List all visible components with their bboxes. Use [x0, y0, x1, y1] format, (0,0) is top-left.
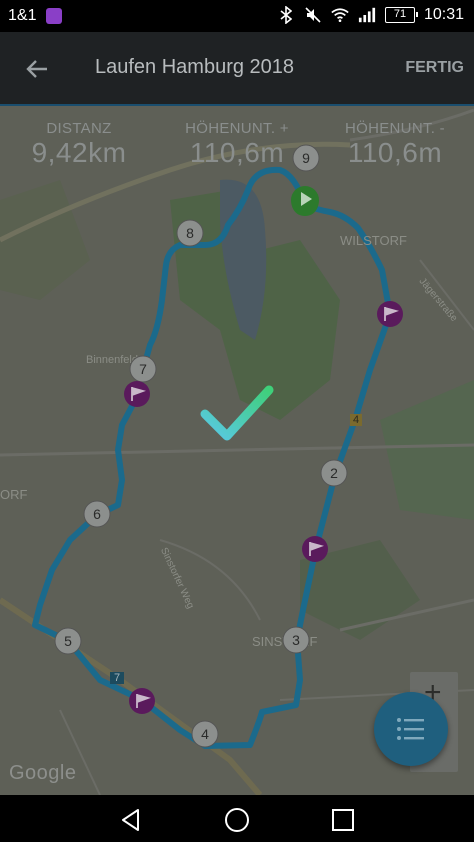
- km-marker-8[interactable]: 8: [176, 219, 204, 247]
- stat-distance: DISTANZ 9,42km: [0, 108, 158, 170]
- stat-value: 110,6m: [347, 137, 443, 168]
- clock: 10:31: [423, 6, 464, 23]
- stat-elevation-loss: HÖHENUNT. - 110,6m: [316, 108, 474, 170]
- flag-marker[interactable]: [302, 536, 328, 562]
- google-logo: Google: [9, 762, 77, 784]
- battery-icon: 71: [384, 7, 418, 23]
- stat-label: DISTANZ: [46, 120, 112, 137]
- km-marker-label: 7: [139, 361, 147, 377]
- km-marker-label: 3: [292, 632, 300, 648]
- nav-home-icon[interactable]: [224, 807, 250, 833]
- start-marker[interactable]: [291, 186, 319, 216]
- stat-label: HÖHENUNT. +: [185, 120, 289, 137]
- km-marker-3[interactable]: 3: [282, 626, 310, 654]
- km-marker-label: 2: [330, 465, 338, 481]
- km-marker-2[interactable]: 2: [320, 459, 348, 487]
- flag-marker[interactable]: [129, 688, 155, 714]
- stat-label: HÖHENUNT. -: [345, 120, 445, 137]
- nav-back-icon[interactable]: [118, 807, 144, 833]
- bluetooth-icon: [277, 5, 295, 25]
- gallery-notification-icon: [46, 8, 62, 24]
- km-markers-layer: 9 8 7 6 5 4 3 2: [54, 144, 403, 748]
- km-marker-label: 4: [201, 726, 209, 742]
- stat-elevation-gain: HÖHENUNT. + 110,6m: [158, 108, 316, 170]
- system-nav-bar: [0, 795, 474, 842]
- nav-recents-icon[interactable]: [330, 807, 356, 833]
- km-marker-5[interactable]: 5: [54, 627, 82, 655]
- back-arrow-icon[interactable]: [22, 54, 52, 84]
- wifi-icon: [331, 5, 349, 25]
- flag-marker[interactable]: [124, 381, 150, 407]
- km-marker-label: 6: [93, 506, 101, 522]
- mute-icon: [304, 5, 322, 25]
- list-icon: [397, 718, 424, 740]
- km-marker-label: 5: [64, 633, 72, 649]
- stat-value: 110,6m: [189, 137, 285, 168]
- carrier-label: 1&1: [8, 7, 37, 24]
- flag-marker[interactable]: [377, 301, 403, 327]
- km-marker-6[interactable]: 6: [83, 500, 111, 528]
- km-marker-7[interactable]: 7: [129, 355, 157, 383]
- success-check-icon: [200, 385, 274, 441]
- signal-icon: [358, 5, 376, 25]
- km-marker-label: 8: [186, 225, 194, 241]
- stat-value: 9,42km: [31, 137, 127, 168]
- done-button[interactable]: FERTIG: [405, 59, 464, 77]
- status-bar: 1&1 71 10:31: [0, 0, 474, 32]
- app-bar: Laufen Hamburg 2018 FERTIG: [0, 32, 474, 106]
- km-marker-4[interactable]: 4: [191, 720, 219, 748]
- stats-bar: DISTANZ 9,42km HÖHENUNT. + 110,6m HÖHENU…: [0, 108, 474, 170]
- page-title: Laufen Hamburg 2018: [95, 56, 295, 78]
- list-fab-button[interactable]: [374, 692, 448, 766]
- route-map[interactable]: WILSTORF Binnenfeld ORF SINSTORF Sinstor…: [0, 106, 474, 795]
